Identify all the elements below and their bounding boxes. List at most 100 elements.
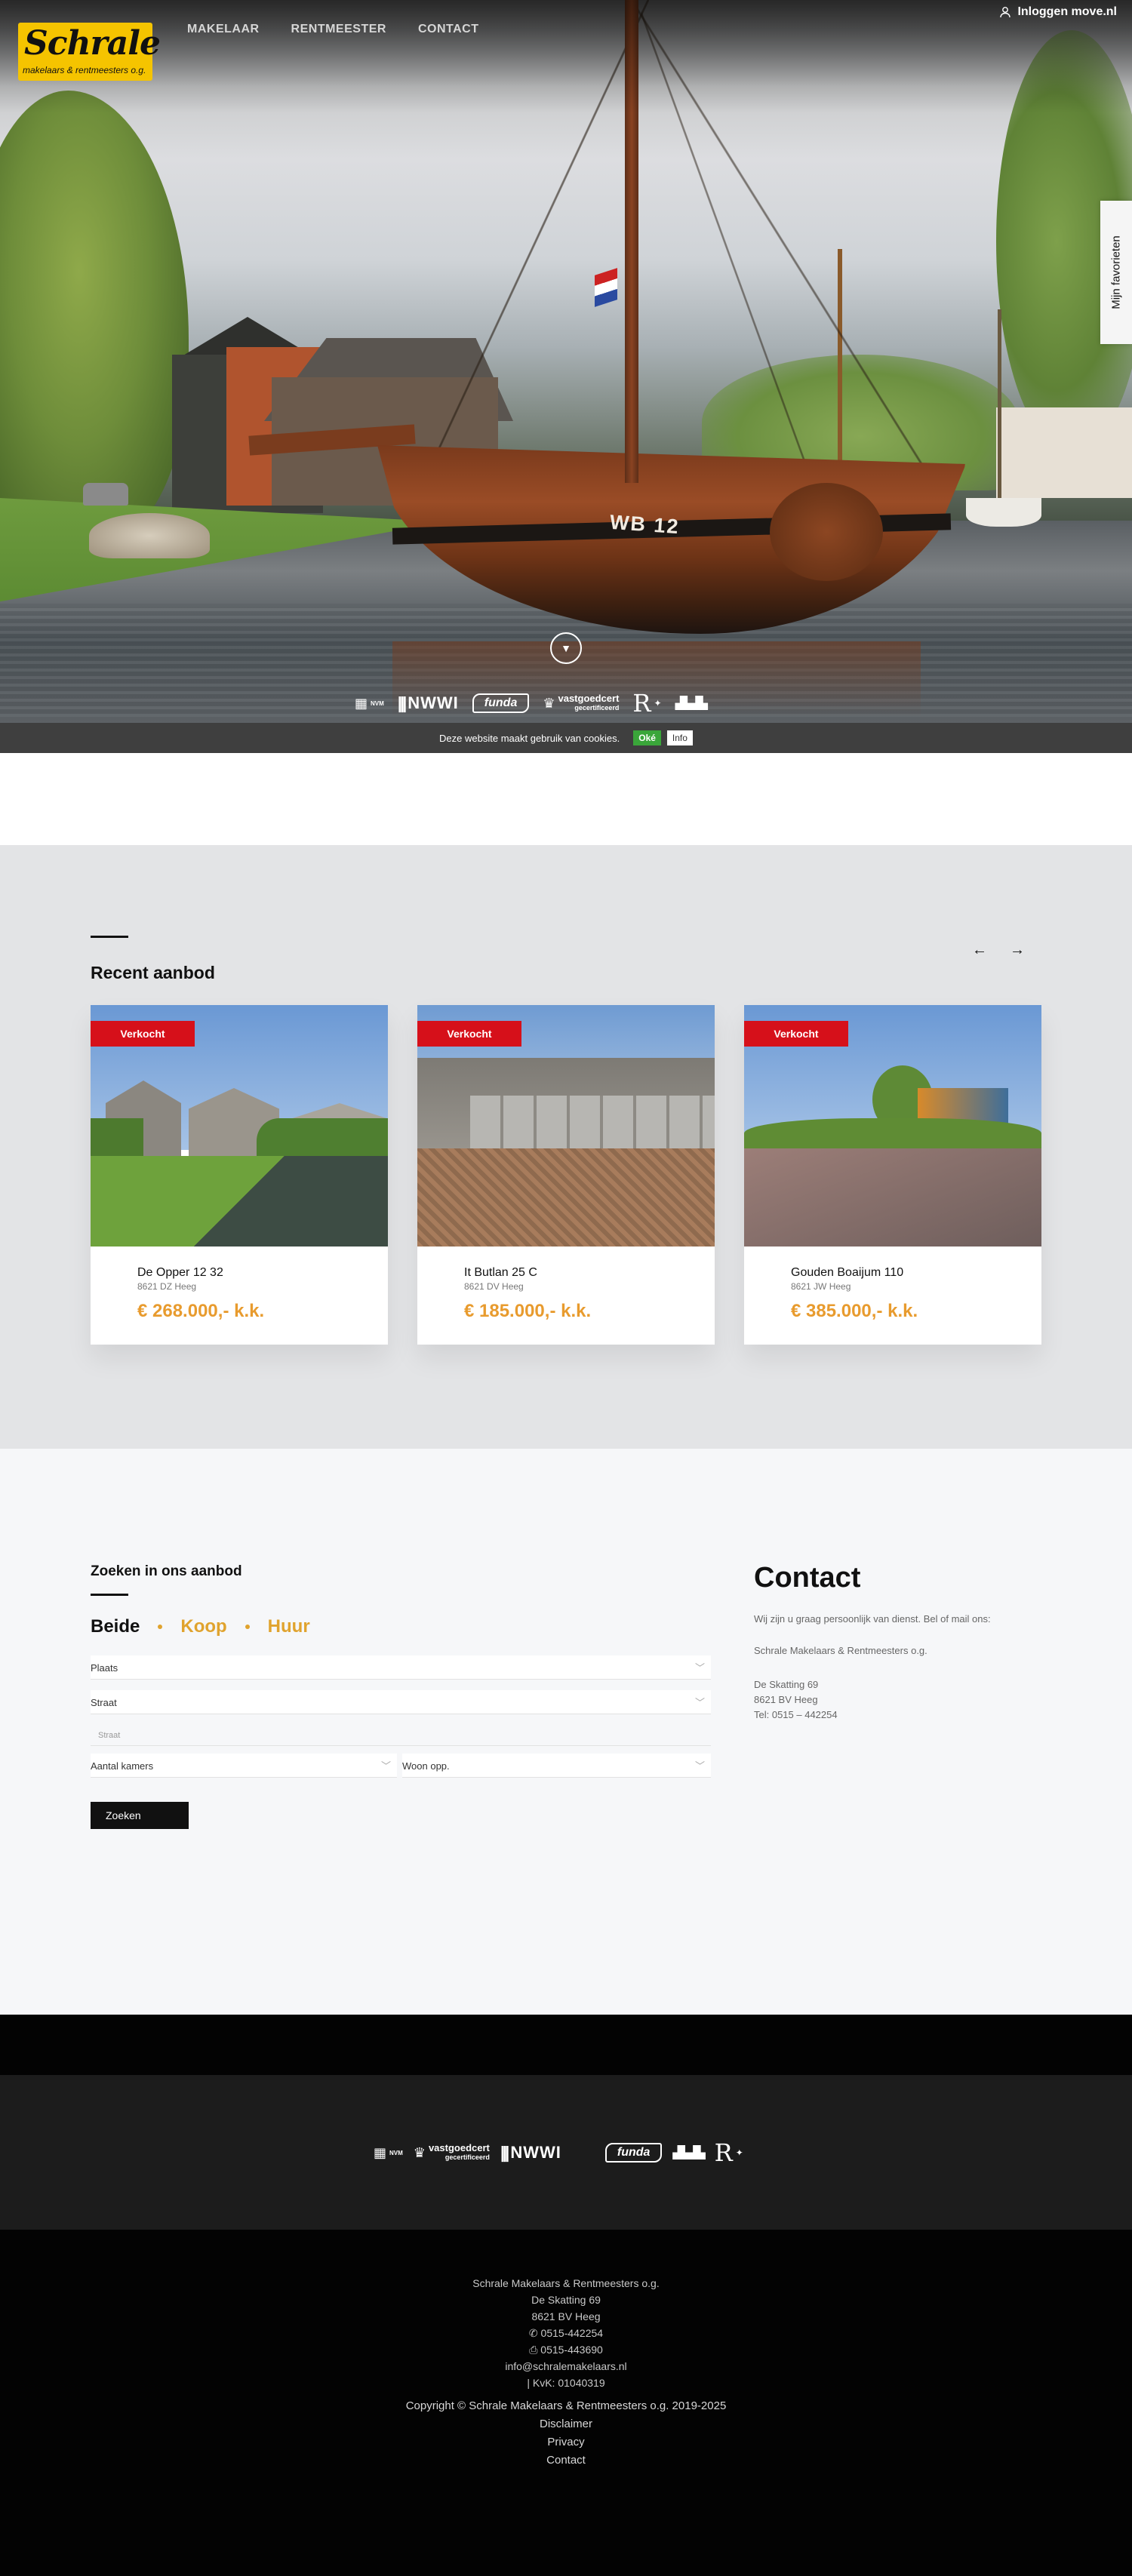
footer-copyright: Copyright © Schrale Makelaars & Rentmees… bbox=[405, 2399, 727, 2412]
funda-logo: funda bbox=[472, 693, 530, 713]
listing-title[interactable]: Gouden Boaijum 110 bbox=[791, 1266, 903, 1280]
star-icon: ✦ bbox=[654, 698, 662, 709]
footer: Schrale Makelaars & Rentmeesters o.g. De… bbox=[0, 2230, 1132, 2576]
hero-banner: WB 12 Schrale makelaars & rentmeesters o… bbox=[0, 0, 1132, 723]
contact-city: 8621 BV Heeg bbox=[754, 1694, 818, 1705]
r-logo: R ✦ bbox=[714, 2138, 743, 2167]
white-boat bbox=[966, 498, 1041, 527]
tab-koop[interactable]: Koop bbox=[180, 1616, 226, 1637]
nvm-icon: ▦ bbox=[355, 695, 368, 711]
crown-icon: ♛ bbox=[543, 695, 555, 711]
chevron-down-icon: ﹀ bbox=[694, 1760, 705, 1772]
rentmeesters-logo: ▟▙▟▙ bbox=[675, 696, 708, 711]
section-rule bbox=[91, 1594, 128, 1596]
tab-separator bbox=[158, 1625, 163, 1629]
footer-link-contact[interactable]: Contact bbox=[546, 2454, 586, 2467]
listing-price: € 268.000,- k.k. bbox=[137, 1301, 265, 1321]
login-label: Inloggen move.nl bbox=[1017, 5, 1117, 18]
recent-listings-section: Recent aanbod ← → Verkocht De Opper 12 3… bbox=[0, 845, 1132, 1449]
favorites-label: Mijn favorieten bbox=[1109, 235, 1123, 309]
nav-makelaar[interactable]: MAKELAAR bbox=[187, 23, 260, 36]
nvm-icon: ▦ bbox=[374, 2144, 387, 2160]
footer-fax: ⎙ 0515-443690 bbox=[529, 2344, 603, 2356]
rentmeesters-logo: ▟▙▟▙ bbox=[672, 2145, 705, 2160]
tab-huur[interactable]: Huur bbox=[268, 1616, 310, 1637]
logo-name: Schrale bbox=[24, 24, 161, 63]
status-badge: Verkocht bbox=[417, 1021, 521, 1047]
status-badge: Verkocht bbox=[91, 1021, 195, 1047]
nvm-logo: ▦ NVM bbox=[374, 2144, 403, 2160]
footer-logo-row: ▦ NVM ♛ vastgoedcert gecertificeerd ||| … bbox=[374, 2138, 743, 2167]
r-logo: R ✦ bbox=[632, 689, 662, 718]
car bbox=[83, 483, 128, 506]
vastgoedcert-logo: ♛ vastgoedcert gecertificeerd bbox=[413, 2142, 490, 2161]
nav-shade bbox=[0, 0, 1132, 113]
phone-icon: ✆ bbox=[528, 2327, 538, 2339]
listing-title[interactable]: It Butlan 25 C bbox=[464, 1266, 537, 1280]
contact-street: De Skatting 69 bbox=[754, 1679, 819, 1690]
listing-address: 8621 DZ Heeg bbox=[137, 1281, 197, 1292]
tab-separator bbox=[245, 1625, 250, 1629]
kamers-select[interactable]: Aantal kamers ﹀ bbox=[91, 1754, 397, 1778]
login-link[interactable]: Inloggen move.nl bbox=[999, 5, 1117, 19]
chevron-down-icon: ▼ bbox=[561, 642, 571, 654]
cookie-info-button[interactable]: Info bbox=[666, 730, 693, 745]
listing-card[interactable]: Verkocht Gouden Boaijum 110 8621 JW Heeg… bbox=[744, 1005, 1041, 1345]
footer-link-disclaimer[interactable]: Disclaimer bbox=[540, 2418, 592, 2430]
nav-contact[interactable]: CONTACT bbox=[418, 23, 479, 36]
cookie-text: Deze website maakt gebruik van cookies. bbox=[439, 732, 620, 744]
buildings-icon: ▟▙▟▙ bbox=[672, 2147, 705, 2159]
listing-price: € 385.000,- k.k. bbox=[791, 1301, 918, 1321]
woon-opp-select[interactable]: Woon opp. ﹀ bbox=[402, 1754, 711, 1778]
tab-beide[interactable]: Beide bbox=[91, 1616, 140, 1637]
straat-select[interactable]: Straat ﹀ bbox=[91, 1690, 711, 1714]
arrow-right-icon[interactable]: → bbox=[1010, 942, 1025, 959]
tree bbox=[0, 91, 189, 543]
logo[interactable]: Schrale makelaars & rentmeesters o.g. bbox=[18, 23, 161, 81]
nwwi-logo: ||| NWWI bbox=[500, 2143, 561, 2162]
footer-email[interactable]: info@schralemakelaars.nl bbox=[0, 2358, 1132, 2375]
footer-address: Schrale Makelaars & Rentmeesters o.g. De… bbox=[0, 2275, 1132, 2391]
search-button[interactable]: Zoeken bbox=[91, 1802, 189, 1829]
scroll-down-button[interactable]: ▼ bbox=[550, 632, 582, 664]
carousel-controls: ← → bbox=[972, 942, 1025, 959]
plaats-select[interactable]: Plaats ﹀ bbox=[91, 1655, 711, 1680]
footer-kvk: | KvK: 01040319 bbox=[527, 2377, 605, 2389]
boat-registration: WB 12 bbox=[609, 510, 681, 539]
user-icon bbox=[1000, 7, 1011, 18]
listing-title[interactable]: De Opper 12 32 bbox=[137, 1266, 223, 1280]
chevron-down-icon: ﹀ bbox=[694, 1662, 705, 1674]
search-tabs: Beide Koop Huur bbox=[91, 1616, 310, 1637]
listing-address: 8621 DV Heeg bbox=[464, 1281, 524, 1292]
section-title: Recent aanbod bbox=[91, 963, 215, 982]
favorites-tab[interactable]: Mijn favorieten bbox=[1100, 201, 1132, 344]
contact-phone[interactable]: Tel: 0515 – 442254 bbox=[754, 1709, 838, 1720]
tree-stump bbox=[89, 513, 210, 558]
section-rule bbox=[91, 936, 128, 938]
footer-city: 8621 BV Heeg bbox=[531, 2310, 601, 2322]
listing-card[interactable]: Verkocht De Opper 12 32 8621 DZ Heeg € 2… bbox=[91, 1005, 388, 1345]
buildings-icon: ▟▙▟▙ bbox=[675, 697, 708, 710]
chevron-down-icon: ﹀ bbox=[694, 1697, 705, 1708]
house bbox=[996, 407, 1132, 498]
funda-logo: funda bbox=[604, 2143, 663, 2163]
crown-icon: ♛ bbox=[413, 2144, 426, 2160]
arrow-left-icon[interactable]: ← bbox=[972, 942, 987, 959]
contact-intro: Wij zijn u graag persoonlijk van dienst.… bbox=[754, 1613, 991, 1625]
footer-link-privacy[interactable]: Privacy bbox=[547, 2436, 584, 2448]
listing-price: € 185.000,- k.k. bbox=[464, 1301, 592, 1321]
footer-phone[interactable]: ✆ 0515-442254 bbox=[0, 2325, 1132, 2341]
straat-input[interactable]: Straat bbox=[91, 1722, 711, 1746]
chevron-down-icon: ﹀ bbox=[380, 1760, 391, 1772]
search-contact-section: Zoeken in ons aanbod Beide Koop Huur Pla… bbox=[0, 1449, 1132, 2015]
footer-spacer bbox=[0, 2015, 1132, 2075]
search-title: Zoeken in ons aanbod bbox=[91, 1563, 242, 1579]
star-icon: ✦ bbox=[735, 2147, 743, 2158]
bars-icon: ||| bbox=[397, 693, 408, 712]
nwwi-logo: ||| NWWI bbox=[397, 693, 459, 712]
cookie-ok-button[interactable]: Oké bbox=[633, 730, 661, 745]
nav-rentmeester[interactable]: RENTMEESTER bbox=[291, 23, 386, 36]
boat-leeboard bbox=[770, 483, 883, 581]
listing-card[interactable]: Verkocht It Butlan 25 C 8621 DV Heeg € 1… bbox=[417, 1005, 715, 1345]
footer-logos: ▦ NVM ♛ vastgoedcert gecertificeerd ||| … bbox=[0, 2075, 1132, 2230]
